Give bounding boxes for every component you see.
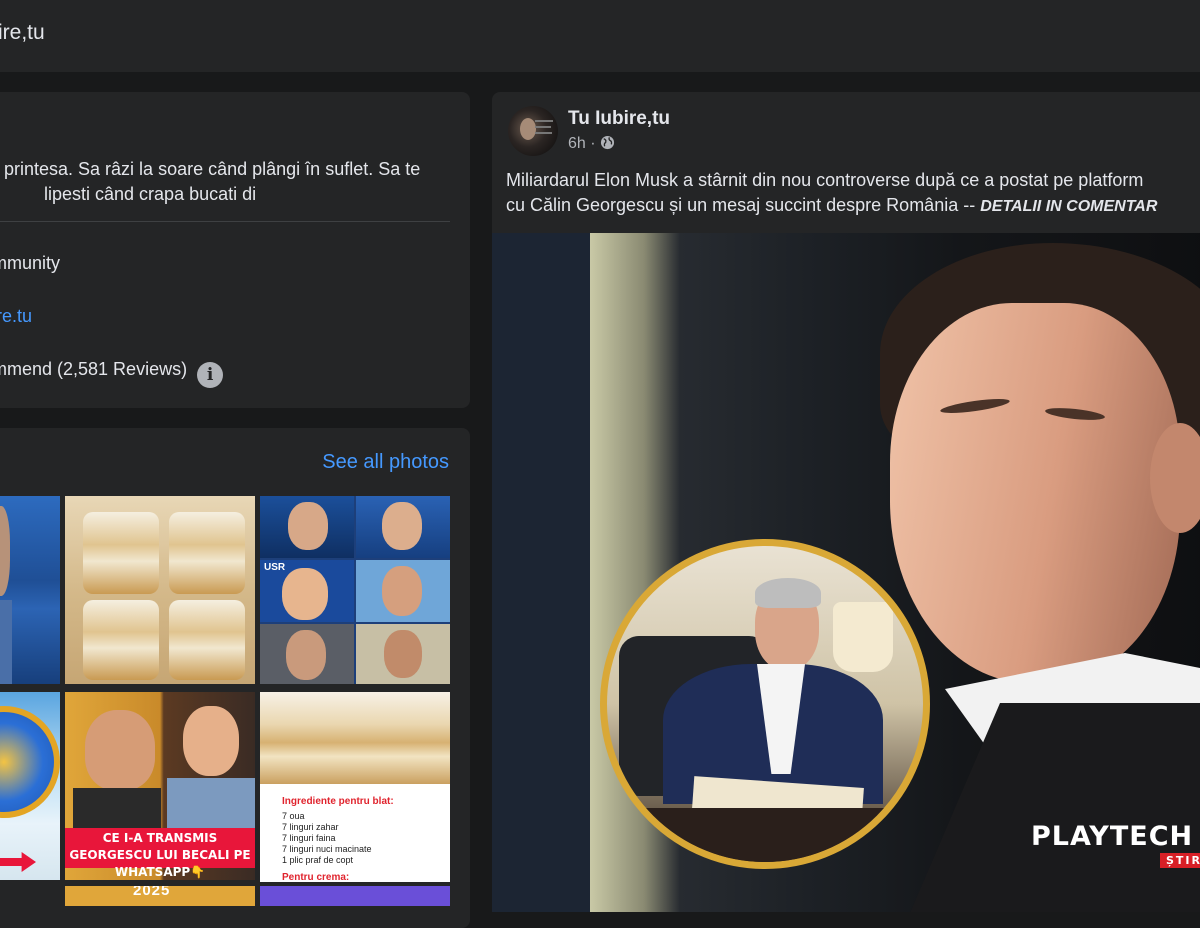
dessert-cup [169, 600, 245, 680]
publisher-watermark: PLAYTECH [1031, 821, 1194, 852]
category-label: mmunity [0, 253, 61, 273]
post-image: PLAYTECH ȘTIRI [590, 233, 1200, 912]
portrait-shirt [167, 778, 255, 828]
profile-link[interactable]: ire.tu [0, 306, 32, 327]
intro-card: printesa. Sa râzi la soare când plângi î… [0, 92, 470, 408]
recipe-item: 7 linguri nuci macinate [282, 844, 372, 854]
portrait [356, 496, 450, 558]
portrait [260, 624, 354, 684]
bio-line-2: lipesti când crapa bucati di [44, 184, 257, 204]
inset-photo [600, 539, 930, 869]
publisher-watermark-sub: ȘTIRI [1160, 853, 1200, 868]
post-text-body: cu Călin Georgescu și un mesaj succint d… [506, 195, 981, 215]
info-icon[interactable]: i [197, 362, 224, 388]
photo-subject [0, 600, 12, 684]
page-title[interactable]: ire,tu [0, 21, 45, 45]
inset-desk [607, 808, 923, 862]
reviews-label[interactable]: mmend (2,581 Reviews) [0, 359, 187, 379]
recipe-item: 7 oua [282, 811, 305, 821]
portrait [356, 560, 450, 622]
photo-tile[interactable]: Ingrediente pentru blat: 7 oua 7 linguri… [260, 692, 450, 882]
portrait [356, 624, 450, 684]
photo-tile[interactable] [260, 886, 450, 906]
red-arrow [0, 852, 36, 872]
photo-tile[interactable] [0, 496, 60, 684]
reviews-row: mmend (2,581 Reviews) i [0, 359, 224, 388]
photo-subject [0, 506, 10, 596]
post-card: Tu Iubire,tu 6h · Miliardarul Elon Musk … [492, 92, 1200, 912]
dessert-cup [83, 512, 159, 594]
post-author[interactable]: Tu Iubire,tu [568, 108, 670, 130]
inset-hair [755, 578, 821, 608]
photo-tile[interactable] [0, 692, 60, 880]
portrait-shirt [73, 788, 161, 828]
usr-logo: USR [264, 562, 286, 573]
year-caption: 2025 [133, 886, 171, 899]
photo-tile[interactable]: CE I-A TRANSMIS GEORGESCU LUI BECALI PE … [65, 692, 255, 880]
globe-icon [600, 135, 615, 155]
portrait: USR [260, 560, 354, 622]
bio-line-1: printesa. Sa râzi la soare când plângi î… [4, 159, 421, 179]
recipe-heading: Ingrediente pentru blat: [282, 796, 394, 807]
photo-caption: CE I-A TRANSMIS GEORGESCU LUI BECALI PE … [65, 828, 255, 879]
post-time[interactable]: 6h · [568, 135, 600, 152]
photo-tile[interactable] [65, 496, 255, 684]
portrait-right [183, 706, 239, 776]
post-text-line-2: cu Călin Georgescu și un mesaj succint d… [506, 195, 1157, 216]
post-text-cta: DETALII IN COMENTAR [980, 198, 1158, 215]
recipe-item: 7 linguri faina [282, 833, 336, 843]
post-meta: 6h · [568, 135, 615, 155]
recipe-item: 1 plic praf de copt [282, 855, 354, 865]
subject-suit [910, 703, 1200, 912]
cake-image [260, 692, 450, 784]
photo-tile[interactable]: USR [260, 496, 450, 684]
see-all-photos-link[interactable]: See all photos [322, 451, 449, 474]
recipe-subheading: Pentru crema: [282, 872, 350, 882]
post-text-line-1: Miliardarul Elon Musk a stârnit din nou … [506, 170, 1144, 190]
inset-lamp [833, 602, 893, 672]
divider [0, 221, 450, 222]
portrait [260, 496, 354, 558]
portrait-left [85, 710, 155, 790]
subject-face [890, 303, 1180, 683]
dessert-cup [169, 512, 245, 594]
post-media[interactable]: PLAYTECH ȘTIRI [492, 233, 1200, 912]
top-bar: ire,tu [0, 0, 1200, 72]
author-avatar[interactable] [508, 106, 558, 156]
zodiac-wheel [0, 706, 60, 818]
dessert-cup [83, 600, 159, 680]
recipe-item: 7 linguri zahar [282, 822, 339, 832]
photos-card: See all photos CE I-A TRANSMIS GEORGESCU… [0, 428, 470, 928]
photo-tile[interactable]: 2025 [65, 886, 255, 906]
